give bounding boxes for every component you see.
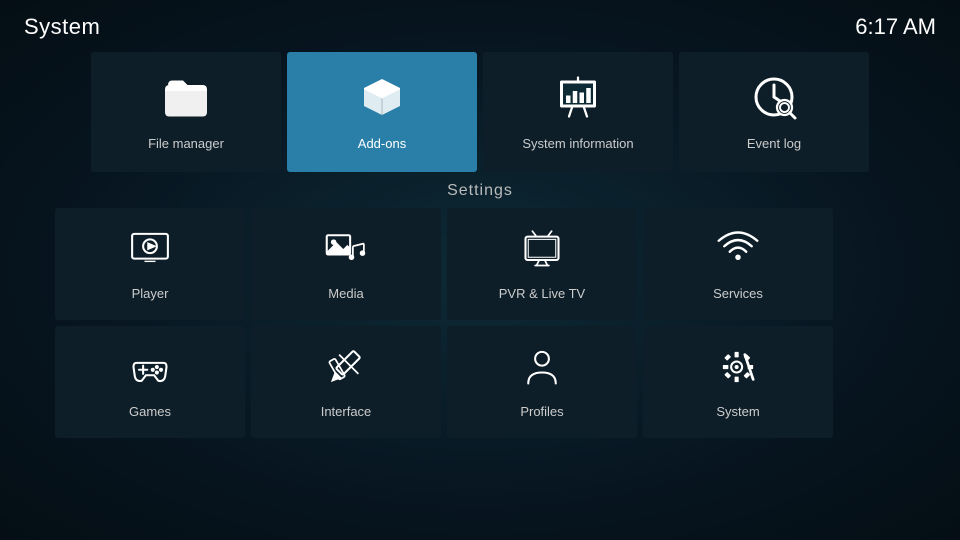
event-log-icon [750, 73, 798, 128]
top-item-file-manager[interactable]: File manager [91, 52, 281, 172]
media-icon [324, 227, 368, 278]
grid-row-1: Player Media [55, 208, 905, 320]
services-icon [716, 227, 760, 278]
grid-item-media[interactable]: Media [251, 208, 441, 320]
settings-grid: Player Media [0, 208, 960, 438]
services-label: Services [713, 286, 763, 301]
system-icon [716, 345, 760, 396]
grid-row-2: Games Interface [55, 326, 905, 438]
system-information-label: System information [522, 136, 633, 151]
grid-item-profiles[interactable]: Profiles [447, 326, 637, 438]
top-item-system-information[interactable]: System information [483, 52, 673, 172]
app-title: System [24, 14, 100, 40]
interface-label: Interface [321, 404, 372, 419]
media-label: Media [328, 286, 363, 301]
grid-item-player[interactable]: Player [55, 208, 245, 320]
event-log-label: Event log [747, 136, 801, 151]
add-ons-label: Add-ons [358, 136, 406, 151]
top-item-add-ons[interactable]: Add-ons [287, 52, 477, 172]
grid-item-services[interactable]: Services [643, 208, 833, 320]
games-icon [128, 345, 172, 396]
profiles-icon [520, 345, 564, 396]
file-manager-icon [162, 73, 210, 128]
top-row: File manager Add-ons [0, 52, 960, 172]
player-label: Player [132, 286, 169, 301]
settings-label: Settings [0, 182, 960, 200]
system-label: System [716, 404, 759, 419]
header: System 6:17 AM [0, 0, 960, 48]
file-manager-label: File manager [148, 136, 224, 151]
add-ons-icon [358, 73, 406, 128]
system-information-icon [554, 73, 602, 128]
clock: 6:17 AM [855, 14, 936, 40]
grid-item-interface[interactable]: Interface [251, 326, 441, 438]
profiles-label: Profiles [520, 404, 563, 419]
grid-item-games[interactable]: Games [55, 326, 245, 438]
top-item-event-log[interactable]: Event log [679, 52, 869, 172]
grid-item-system[interactable]: System [643, 326, 833, 438]
games-label: Games [129, 404, 171, 419]
grid-item-pvr-live-tv[interactable]: PVR & Live TV [447, 208, 637, 320]
player-icon [128, 227, 172, 278]
pvr-live-tv-icon [520, 227, 564, 278]
interface-icon [324, 345, 368, 396]
pvr-live-tv-label: PVR & Live TV [499, 286, 585, 301]
